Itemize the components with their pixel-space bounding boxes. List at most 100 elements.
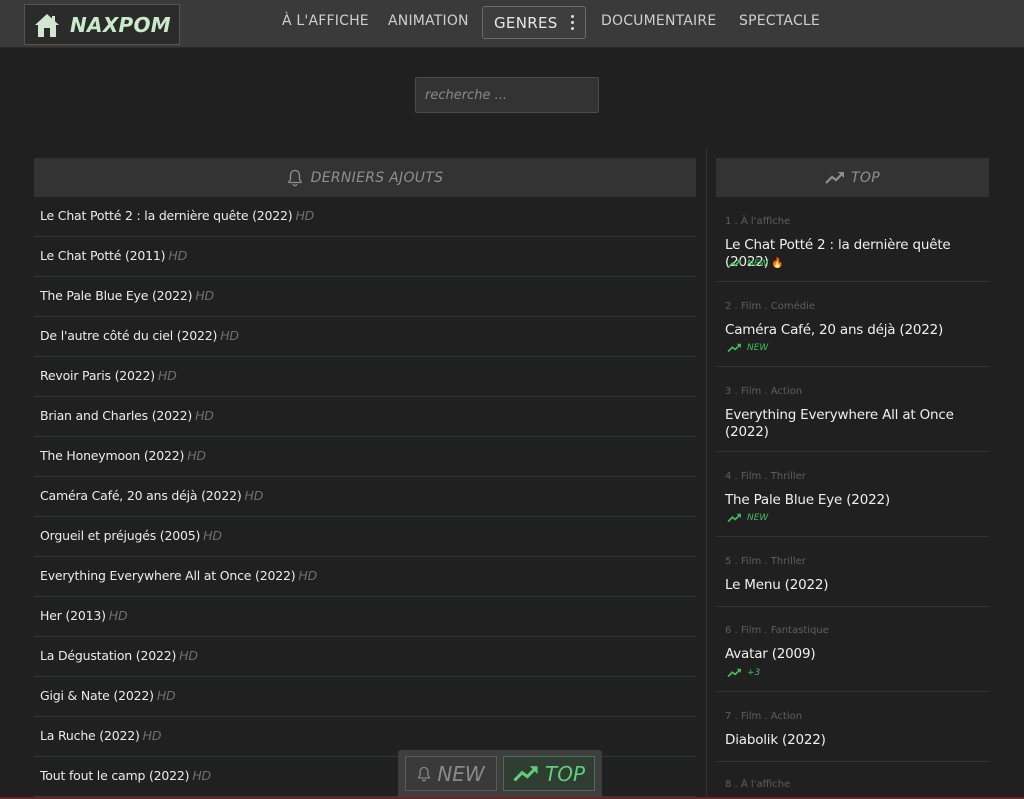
item-title: The Honeymoon (2022) bbox=[40, 448, 185, 463]
bell-icon bbox=[418, 766, 431, 781]
top-title: TOP bbox=[851, 169, 880, 186]
top-item[interactable]: 2 . Film . Comédie Caméra Café, 20 ans d… bbox=[716, 282, 989, 367]
nav-genres-label: GENRES bbox=[494, 14, 558, 32]
search-input[interactable] bbox=[415, 77, 599, 113]
nav-item-animation[interactable]: ANIMATION bbox=[388, 13, 469, 29]
top-item-meta: 7 . Film . Action bbox=[725, 711, 803, 722]
item-title: The Pale Blue Eye (2022) bbox=[40, 288, 193, 303]
item-title: Le Chat Potté 2 : la dernière quête (202… bbox=[40, 208, 293, 223]
item-title: Caméra Café, 20 ans déjà (2022) bbox=[40, 488, 242, 503]
item-title: Orgueil et préjugés (2005) bbox=[40, 528, 201, 543]
hd-badge: HD bbox=[157, 368, 177, 383]
list-item[interactable]: De l'autre côté du ciel (2022) HD bbox=[34, 317, 696, 357]
item-title: Brian and Charles (2022) bbox=[40, 408, 193, 423]
top-item[interactable]: 7 . Film . Action Diabolik (2022) bbox=[716, 692, 989, 762]
new-badge: NEW bbox=[747, 513, 769, 523]
hd-badge: HD bbox=[179, 648, 198, 663]
fire-icon: 🔥 bbox=[771, 258, 784, 269]
hd-badge: HD bbox=[156, 688, 176, 703]
top-item-trend: +3 bbox=[727, 668, 760, 678]
list-item[interactable]: Gigi & Nate (2022) HD bbox=[34, 677, 696, 717]
latest-header: DERNIERS AJOUTS bbox=[34, 158, 696, 197]
trending-up-icon bbox=[727, 513, 741, 523]
hd-badge: HD bbox=[244, 488, 264, 503]
hd-badge: HD bbox=[298, 568, 318, 583]
brand-name: NAXPOM bbox=[70, 12, 171, 37]
top-item[interactable]: 8 . À l'affiche bbox=[716, 762, 989, 799]
list-item[interactable]: Le Chat Potté 2 : la dernière quête (202… bbox=[34, 197, 696, 237]
top-item-title: Diabolik (2022) bbox=[725, 732, 826, 748]
list-item[interactable]: Caméra Café, 20 ans déjà (2022) HD bbox=[34, 477, 696, 517]
list-item[interactable]: Her (2013) HD bbox=[34, 597, 696, 637]
top-item-trend: NEW bbox=[727, 513, 768, 523]
rank-change-badge: +3 bbox=[747, 668, 761, 678]
bell-icon bbox=[287, 169, 302, 186]
top-toggle-button[interactable]: TOP bbox=[503, 756, 595, 791]
new-badge: NEW bbox=[747, 343, 769, 353]
brand-logo[interactable]: NAXPOM bbox=[24, 4, 180, 45]
hd-badge: HD bbox=[195, 288, 214, 303]
home-icon bbox=[35, 13, 59, 37]
column-divider bbox=[706, 148, 707, 799]
latest-list: Le Chat Potté 2 : la dernière quête (202… bbox=[34, 197, 696, 797]
top-item[interactable]: 5 . Film . Thriller Le Menu (2022) bbox=[716, 537, 989, 607]
hd-badge: HD bbox=[295, 208, 315, 223]
hd-badge: HD bbox=[203, 528, 222, 543]
top-item-title: Le Menu (2022) bbox=[725, 577, 829, 593]
top-item-meta: 5 . Film . Thriller bbox=[725, 556, 806, 567]
top-item-title: The Pale Blue Eye (2022) bbox=[725, 492, 890, 508]
list-item[interactable]: La Dégustation (2022) HD bbox=[34, 637, 696, 677]
list-item[interactable]: Brian and Charles (2022) HD bbox=[34, 397, 696, 437]
new-toggle-label: NEW bbox=[437, 761, 485, 786]
item-title: La Ruche (2022) bbox=[40, 728, 140, 743]
item-title: Revoir Paris (2022) bbox=[40, 368, 155, 383]
list-item[interactable]: Orgueil et préjugés (2005) HD bbox=[34, 517, 696, 557]
top-item-meta: 2 . Film . Comédie bbox=[725, 301, 816, 312]
nav-item-documentaire[interactable]: DOCUMENTAIRE bbox=[601, 13, 716, 29]
kebab-menu-icon bbox=[571, 15, 575, 33]
hd-badge: HD bbox=[192, 768, 211, 783]
nav-item-spectacle[interactable]: SPECTACLE bbox=[739, 13, 820, 29]
trending-up-icon bbox=[727, 259, 741, 268]
top-item-meta: 3 . Film . Action bbox=[725, 386, 803, 397]
list-item[interactable]: Revoir Paris (2022) HD bbox=[34, 357, 696, 397]
top-item-title: Caméra Café, 20 ans déjà (2022) bbox=[725, 322, 944, 338]
item-title: Everything Everywhere All at Once (2022) bbox=[40, 568, 296, 583]
new-badge: NEW bbox=[747, 258, 769, 269]
top-item-meta: 8 . À l'affiche bbox=[725, 779, 791, 790]
item-title: Gigi & Nate (2022) bbox=[40, 688, 154, 703]
trending-up-icon bbox=[513, 765, 538, 782]
navbar: NAXPOM À L'AFFICHE ANIMATION GENRES DOCU… bbox=[0, 0, 1024, 48]
top-item-meta: 1 . À l'affiche bbox=[725, 216, 791, 227]
top-item-title: Avatar (2009) bbox=[725, 646, 816, 662]
nav-item-a-laffiche[interactable]: À L'AFFICHE bbox=[282, 13, 369, 29]
list-item[interactable]: Everything Everywhere All at Once (2022)… bbox=[34, 557, 696, 597]
item-title: De l'autre côté du ciel (2022) bbox=[40, 328, 218, 343]
top-item[interactable]: 6 . Film . Fantastique Avatar (2009) +3 bbox=[716, 607, 989, 692]
list-item[interactable]: The Pale Blue Eye (2022) HD bbox=[34, 277, 696, 317]
hd-badge: HD bbox=[108, 608, 128, 623]
hd-badge: HD bbox=[195, 408, 214, 423]
latest-title: DERNIERS AJOUTS bbox=[310, 169, 444, 186]
trending-up-icon bbox=[825, 171, 845, 184]
hd-badge: HD bbox=[187, 448, 206, 463]
top-item-meta: 4 . Film . Thriller bbox=[725, 471, 806, 482]
item-title: Tout fout le camp (2022) bbox=[40, 768, 190, 783]
top-item[interactable]: 1 . À l'affiche Le Chat Potté 2 : la der… bbox=[716, 197, 989, 282]
top-item[interactable]: 4 . Film . Thriller The Pale Blue Eye (2… bbox=[716, 452, 989, 537]
top-item-title: Everything Everywhere All at Once (2022) bbox=[725, 407, 954, 440]
hd-badge: HD bbox=[168, 248, 187, 263]
list-item[interactable]: The Honeymoon (2022) HD bbox=[34, 437, 696, 477]
hd-badge: HD bbox=[142, 728, 162, 743]
item-title: La Dégustation (2022) bbox=[40, 648, 177, 663]
nav-item-genres[interactable]: GENRES bbox=[482, 6, 586, 39]
hd-badge: HD bbox=[220, 328, 239, 343]
top-toggle-label: TOP bbox=[544, 761, 586, 786]
new-toggle-button[interactable]: NEW bbox=[405, 756, 497, 791]
top-item-trend: NEW bbox=[727, 343, 768, 353]
top-header: TOP bbox=[716, 158, 989, 197]
top-item-trend: NEW 🔥 bbox=[727, 258, 784, 269]
list-item[interactable]: Le Chat Potté (2011) HD bbox=[34, 237, 696, 277]
top-item[interactable]: 3 . Film . Action Everything Everywhere … bbox=[716, 367, 989, 452]
view-toggle-bar: NEW TOP bbox=[398, 750, 602, 799]
